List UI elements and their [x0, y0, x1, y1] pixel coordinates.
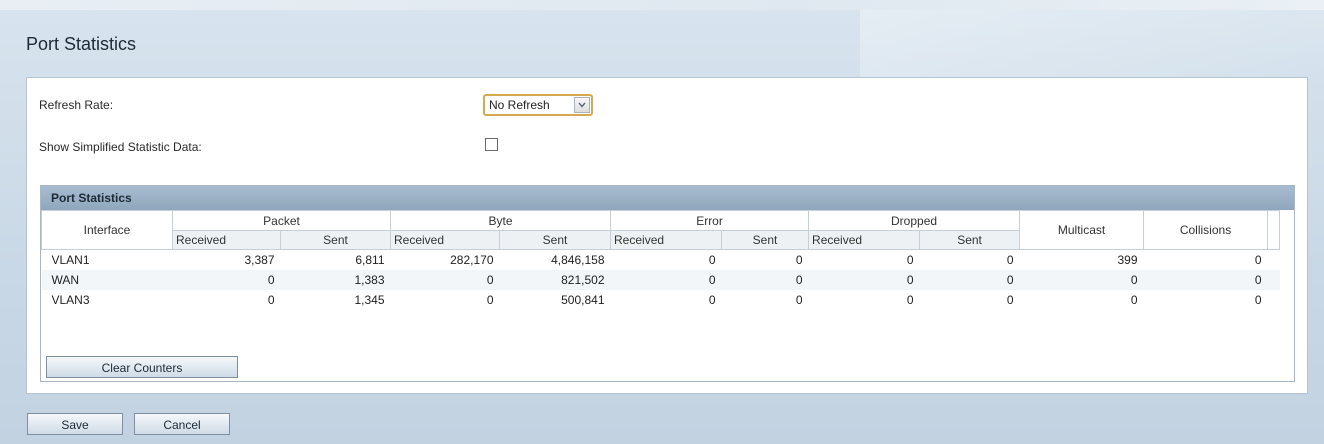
col-collisions: Collisions — [1143, 210, 1269, 250]
table-row: VLAN1 3,387 6,811 282,170 4,846,158 0 0 … — [42, 250, 1280, 271]
cell-dropped-received: 0 — [906, 293, 914, 307]
col-interface: Interface — [41, 210, 173, 250]
cell-error-sent: 0 — [721, 270, 809, 290]
cell-error-sent: 0 — [795, 293, 803, 307]
cell-packet-received: 3,387 — [244, 253, 275, 267]
cell-byte-sent: 821,502 — [499, 270, 611, 290]
cell-packet-sent: 1,383 — [280, 270, 391, 290]
cell-spacer — [1268, 250, 1280, 271]
col-dropped-received: Received — [808, 230, 921, 250]
cell-multicast: 0 — [1130, 293, 1138, 307]
col-dropped-sent: Sent — [919, 230, 1021, 250]
cell-error-received: 0 — [708, 293, 716, 307]
page-title: Port Statistics — [26, 34, 137, 54]
cell-error-received: 0 — [708, 253, 716, 267]
cell-collisions: 0 — [1254, 253, 1262, 267]
col-dropped: Dropped — [808, 210, 1021, 231]
cell-packet-sent: 6,811 — [355, 253, 385, 267]
refresh-rate-value: No Refresh — [489, 98, 550, 112]
cell-collisions: 0 — [1143, 270, 1268, 290]
table-row: VLAN3 0 1,345 0 500,841 0 0 0 0 0 0 — [42, 290, 1280, 310]
cell-interface: VLAN1 — [51, 253, 90, 267]
port-statistics-header: Port Statistics — [41, 186, 1294, 210]
cell-byte-received: 282,170 — [450, 253, 494, 267]
col-packet-sent: Sent — [280, 230, 391, 250]
cell-multicast: 0 — [1019, 270, 1144, 290]
save-button[interactable]: Save — [27, 413, 123, 435]
settings-panel: Refresh Rate: No Refresh Show Simplified… — [26, 77, 1308, 394]
col-byte: Byte — [389, 210, 612, 231]
cell-dropped-sent: 0 — [1006, 293, 1014, 307]
col-error: Error — [610, 210, 810, 231]
cell-interface: VLAN3 — [51, 293, 90, 307]
cell-interface: WAN — [41, 270, 173, 290]
refresh-rate-label: Refresh Rate: — [39, 98, 114, 112]
cell-byte-sent: 4,846,158 — [551, 253, 605, 267]
table-row: WAN 0 1,383 0 821,502 0 0 0 0 0 0 — [41, 270, 1280, 290]
port-statistics-table: Interface Packet Byte Error Dropped Mult… — [41, 210, 1281, 310]
col-spacer — [1267, 210, 1281, 250]
cell-error-sent: 0 — [795, 253, 803, 267]
col-byte-received: Received — [390, 230, 500, 250]
simplified-data-checkbox[interactable] — [485, 138, 498, 151]
port-statistics-section: Port Statistics Interface Packet Byte Er… — [40, 185, 1295, 382]
background-sheen — [860, 10, 1324, 80]
cell-byte-sent: 500,841 — [561, 293, 605, 307]
col-byte-sent: Sent — [498, 230, 612, 250]
cell-error-received: 0 — [610, 270, 722, 290]
window-top-strip — [0, 0, 1324, 10]
col-packet-received: Received — [172, 230, 281, 250]
clear-counters-button[interactable]: Clear Counters — [46, 356, 238, 378]
simplified-data-label: Show Simplified Statistic Data: — [39, 140, 202, 154]
col-multicast: Multicast — [1019, 210, 1145, 250]
cell-byte-received: 0 — [486, 293, 494, 307]
cell-packet-received: 0 — [172, 270, 281, 290]
cell-dropped-received: 0 — [808, 270, 920, 290]
cell-collisions: 0 — [1254, 293, 1262, 307]
cell-spacer — [1268, 290, 1280, 310]
cell-multicast: 399 — [1117, 253, 1138, 267]
col-error-sent: Sent — [721, 230, 810, 250]
cell-dropped-received: 0 — [906, 253, 914, 267]
col-error-received: Received — [610, 230, 723, 250]
cell-dropped-sent: 0 — [919, 270, 1020, 290]
cell-packet-received: 0 — [267, 293, 275, 307]
cell-packet-sent: 1,345 — [354, 293, 385, 307]
cell-dropped-sent: 0 — [1006, 253, 1014, 267]
refresh-rate-select[interactable]: No Refresh — [483, 94, 593, 116]
chevron-down-icon[interactable] — [574, 97, 590, 113]
cancel-button[interactable]: Cancel — [134, 413, 230, 435]
col-packet: Packet — [172, 210, 391, 231]
cell-spacer — [1267, 270, 1280, 290]
cell-byte-received: 0 — [390, 270, 500, 290]
